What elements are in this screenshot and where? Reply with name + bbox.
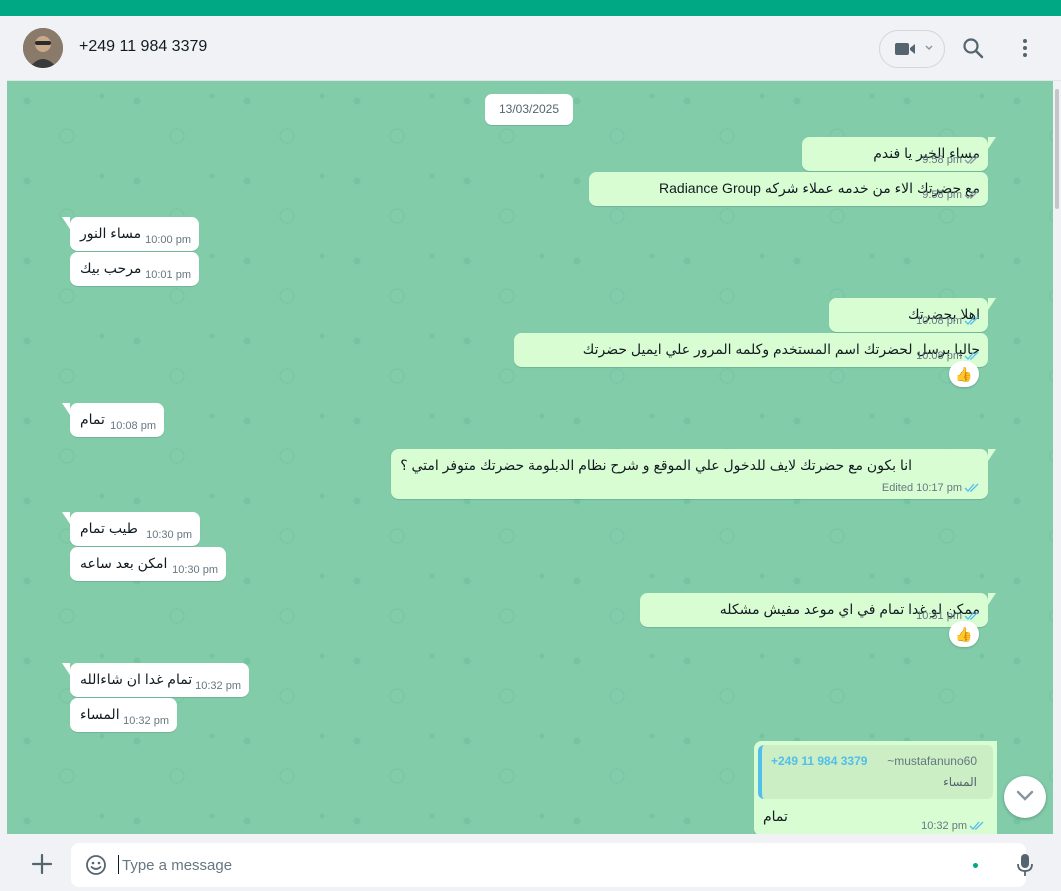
message-time: 10:30 pm — [146, 529, 192, 541]
message-time: 9:58 pm — [922, 189, 962, 201]
menu-icon[interactable] — [1017, 37, 1033, 59]
message-input[interactable] — [122, 852, 922, 878]
chevron-down-icon — [925, 45, 933, 50]
reaction-badge[interactable]: 👍 — [949, 361, 979, 387]
message-text: المساء — [80, 706, 120, 722]
message-bubble[interactable]: مرحب بيك 10:01 pm — [70, 252, 199, 286]
message-text: انا بكون مع حضرتك لايف للدخول علي الموقع… — [400, 457, 912, 473]
message-text: تمام — [763, 808, 788, 824]
scrollbar[interactable] — [1053, 81, 1061, 834]
chevron-down-icon — [1016, 790, 1034, 801]
quoted-message[interactable]: +249 11 984 3379 ~mustafanuno60 المساء — [758, 745, 993, 799]
read-ticks-icon — [964, 155, 979, 164]
video-call-icon — [895, 43, 915, 55]
quoted-sender: +249 11 984 3379 — [771, 754, 868, 768]
message-bubble[interactable]: مساء الخير يا فندم 9:58 pm — [802, 137, 996, 171]
message-list[interactable]: 13/03/2025 مساء الخير يا فندم 9:58 pm مع… — [7, 81, 1053, 834]
message-bubble[interactable]: تمام غدا ان شاءالله 10:32 pm — [62, 663, 249, 697]
reaction-badge[interactable]: 👍 — [949, 621, 979, 647]
message-text: مساء النور — [80, 225, 142, 241]
message-text: مرحب بيك — [80, 260, 142, 276]
message-bubble[interactable]: حاليا برسل لحضرتك اسم المستخدم وكلمه الم… — [514, 333, 988, 367]
message-bubble[interactable]: ممكن لو غدا تمام في اي موعد مفيش مشكله 1… — [640, 593, 996, 627]
message-text: تمام غدا ان شاءالله — [80, 671, 193, 687]
quoted-username: ~mustafanuno60 — [887, 754, 977, 768]
message-bubble-reply[interactable]: +249 11 984 3379 ~mustafanuno60 المساء ت… — [754, 741, 997, 834]
message-bubble[interactable]: تمام 10:08 pm — [62, 403, 164, 437]
status-dot — [973, 863, 978, 868]
emoji-icon[interactable] — [85, 854, 107, 876]
scrollbar-thumb[interactable] — [1055, 89, 1059, 209]
read-ticks-icon — [964, 351, 979, 360]
message-bubble[interactable]: اهلا بحضرتك 10:08 pm — [829, 298, 996, 332]
message-text: طيب تمام — [80, 520, 138, 536]
message-time: 10:01 pm — [145, 269, 191, 281]
read-ticks-icon — [964, 611, 979, 620]
message-bubble[interactable]: مساء النور 10:00 pm — [62, 217, 199, 251]
message-bubble[interactable]: المساء 10:32 pm — [70, 698, 177, 732]
message-time: 10:30 pm — [172, 564, 218, 576]
message-bubble[interactable]: مع حضرتك الاء من خدمه عملاء شركه Radianc… — [589, 172, 988, 206]
read-ticks-icon — [964, 316, 979, 325]
scroll-to-bottom-button[interactable] — [1004, 776, 1046, 818]
message-time: 10:00 pm — [145, 234, 191, 246]
message-time: 10:31 pm — [916, 610, 962, 622]
message-time: 9:58 pm — [922, 154, 962, 166]
date-divider: 13/03/2025 — [485, 94, 573, 125]
message-time: 10:32 pm — [195, 680, 241, 692]
message-time: Edited 10:17 pm — [881, 482, 962, 494]
read-ticks-icon — [964, 190, 979, 199]
read-ticks-icon — [964, 483, 979, 492]
quoted-text: المساء — [943, 775, 977, 789]
search-icon[interactable] — [962, 37, 984, 59]
message-text: امكن بعد ساعه — [80, 555, 168, 571]
message-time: 10:08 pm — [916, 350, 962, 362]
message-time: 10:08 pm — [110, 420, 156, 432]
message-time: 10:08 pm — [916, 315, 962, 327]
left-edge — [0, 16, 7, 891]
mic-icon[interactable] — [1017, 853, 1033, 877]
read-ticks-icon — [969, 821, 984, 830]
message-bubble[interactable]: امكن بعد ساعه 10:30 pm — [70, 547, 226, 581]
compose-box[interactable] — [71, 843, 1026, 887]
message-time: 10:32 pm — [921, 820, 967, 832]
top-accent-bar — [0, 0, 1061, 16]
plus-icon[interactable] — [31, 853, 53, 875]
composer-bar — [7, 834, 1061, 891]
video-call-button[interactable] — [879, 30, 945, 68]
message-text: تمام — [80, 411, 105, 427]
avatar[interactable] — [23, 28, 63, 68]
message-bubble[interactable]: طيب تمام 10:30 pm — [62, 512, 200, 546]
message-time: 10:32 pm — [123, 715, 169, 727]
contact-name[interactable]: +249 11 984 3379 — [79, 38, 207, 56]
message-bubble[interactable]: انا بكون مع حضرتك لايف للدخول علي الموقع… — [391, 449, 996, 499]
text-caret — [118, 855, 119, 874]
chat-header: +249 11 984 3379 — [7, 16, 1061, 81]
